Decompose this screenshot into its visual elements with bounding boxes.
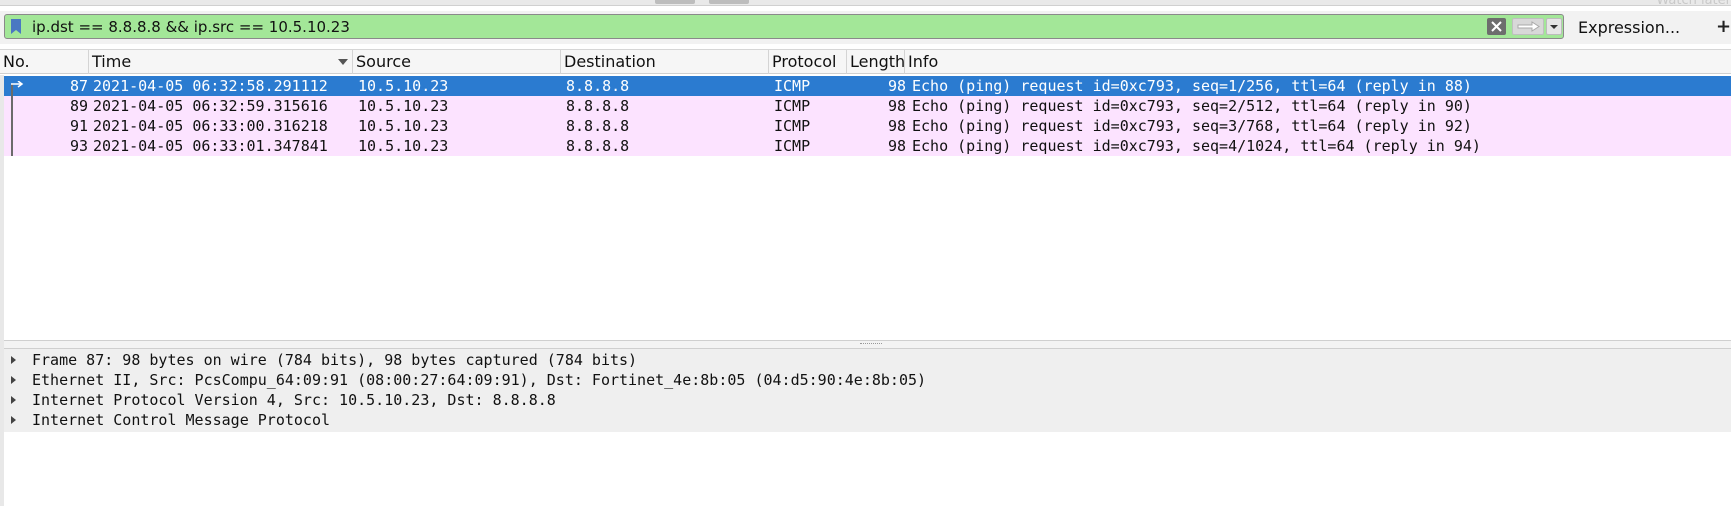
packet-destination: 8.8.8.8 [566,97,630,115]
packet-time: 2021-04-05 06:33:01.347841 [93,137,328,155]
packet-list[interactable]: 87 2021-04-05 06:32:58.291112 10.5.10.23… [0,75,1731,340]
detail-item-label: Internet Control Message Protocol [32,411,331,429]
packet-source: 10.5.10.23 [358,97,449,115]
detail-item-label: Frame 87: 98 bytes on wire (784 bits), 9… [32,351,638,369]
expand-arrow-icon[interactable] [11,356,16,364]
packet-source: 10.5.10.23 [358,77,449,95]
packet-info: Echo (ping) request id=0xc793, seq=3/768… [912,117,1472,135]
filter-text[interactable]: ip.dst == 8.8.8.8 && ip.src == 10.5.10.2… [32,18,350,36]
packet-length: 98 [887,77,906,95]
packet-no: 93 [69,137,88,155]
detail-item-label: Internet Protocol Version 4, Src: 10.5.1… [32,391,556,409]
packet-list-header: No. Time Source Destination Protocol Len… [0,49,1731,74]
toolbar-knob [655,0,695,4]
packet-time: 2021-04-05 06:32:59.315616 [93,97,328,115]
column-header-time[interactable]: Time [89,50,353,74]
filter-history-dropdown[interactable] [1546,18,1562,35]
packet-info: Echo (ping) request id=0xc793, seq=4/102… [912,137,1481,155]
watch-later-overlay: Watch later [1656,0,1731,8]
packet-time: 2021-04-05 06:33:00.316218 [93,117,328,135]
packet-row[interactable]: 91 2021-04-05 06:33:00.316218 10.5.10.23… [0,116,1731,136]
packet-details-pane[interactable]: Frame 87: 98 bytes on wire (784 bits), 9… [0,349,1731,506]
expand-arrow-icon[interactable] [11,396,16,404]
expand-arrow-icon[interactable] [11,376,16,384]
splitter-grip[interactable] [860,343,882,346]
conversation-arrow-icon [11,81,24,88]
dropdown-arrow-icon [1550,25,1558,29]
display-filter-input[interactable]: ip.dst == 8.8.8.8 && ip.src == 10.5.10.2… [4,14,1564,39]
clear-filter-button[interactable] [1487,18,1506,35]
toolbar-knob [709,0,749,4]
column-header-source[interactable]: Source [353,50,561,74]
packet-protocol: ICMP [774,117,811,135]
packet-source: 10.5.10.23 [358,137,449,155]
packet-destination: 8.8.8.8 [566,137,630,155]
expression-button[interactable]: Expression... [1578,18,1680,37]
packet-no: 91 [69,117,88,135]
packet-protocol: ICMP [774,137,811,155]
packet-destination: 8.8.8.8 [566,117,630,135]
apply-arrow-icon [1517,21,1540,32]
packet-row[interactable]: 89 2021-04-05 06:32:59.315616 10.5.10.23… [0,96,1731,116]
expand-arrow-icon[interactable] [11,416,16,424]
add-filter-button[interactable]: + [1716,16,1731,37]
sort-arrow-icon [338,59,348,65]
detail-item-label: Ethernet II, Src: PcsCompu_64:09:91 (08:… [32,371,927,389]
packet-info: Echo (ping) request id=0xc793, seq=2/512… [912,97,1472,115]
column-header-no[interactable]: No. [0,50,89,74]
clear-icon [1491,21,1502,32]
packet-time: 2021-04-05 06:32:58.291112 [93,77,328,95]
packet-length: 98 [887,117,906,135]
column-header-protocol[interactable]: Protocol [769,50,847,74]
packet-length: 98 [887,97,906,115]
packet-destination: 8.8.8.8 [566,77,630,95]
packet-protocol: ICMP [774,97,811,115]
conversation-line [11,84,13,156]
column-header-length[interactable]: Length [847,50,905,74]
apply-filter-button[interactable] [1512,18,1544,35]
title-strip [0,0,1731,6]
packet-row[interactable]: 93 2021-04-05 06:33:01.347841 10.5.10.23… [0,136,1731,156]
packet-info: Echo (ping) request id=0xc793, seq=1/256… [912,77,1472,95]
pane-splitter[interactable] [0,340,1731,349]
bookmark-icon[interactable] [11,19,21,34]
column-header-info[interactable]: Info [905,50,1731,74]
left-window-edge [0,75,4,506]
display-filter-toolbar: ip.dst == 8.8.8.8 && ip.src == 10.5.10.2… [0,11,1731,44]
column-header-destination[interactable]: Destination [561,50,769,74]
packet-no: 89 [69,97,88,115]
packet-source: 10.5.10.23 [358,117,449,135]
packet-length: 98 [887,137,906,155]
packet-protocol: ICMP [774,77,811,95]
packet-row[interactable]: 87 2021-04-05 06:32:58.291112 10.5.10.23… [0,76,1731,96]
